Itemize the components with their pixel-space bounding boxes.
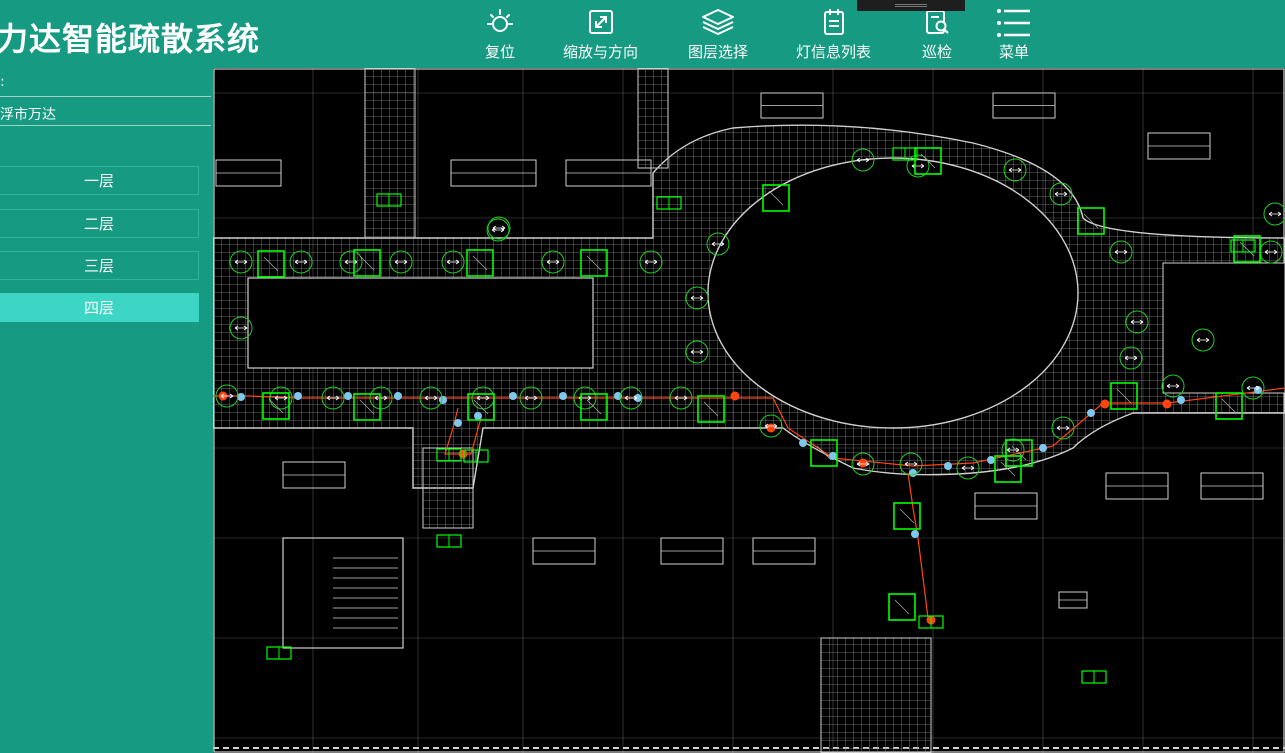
sidebar: : 浮市万达 一层 二层 三层 四层 [0,68,213,753]
route-node [294,392,302,400]
corridor-area [820,637,932,753]
layers-icon [702,9,734,35]
floor-plan-canvas[interactable] [213,68,1285,753]
route-node [474,412,482,420]
floor-button-1[interactable]: 一层 [0,166,199,195]
top-drag-handle[interactable] [857,0,965,11]
route-node [987,456,995,464]
route-node [911,530,919,538]
light-info-list-label: 灯信息列表 [796,43,872,61]
route-point [1162,399,1172,409]
route-point [458,449,468,459]
route-line [907,472,929,619]
divider [0,125,211,126]
inspection-label: 巡检 [921,43,952,61]
route-node [344,392,352,400]
interior-block [247,277,594,369]
arrow-glyph [1268,211,1282,217]
layer-select-button[interactable]: 图层选择 [688,6,748,62]
route-node [1087,409,1095,417]
interior-block [1162,262,1285,394]
app-title: 力达智能疏散系统 [0,20,261,58]
route-node [394,392,402,400]
route-node [799,439,807,447]
corridor-area [364,68,416,239]
arrow-glyph [894,599,910,615]
divider [0,96,211,97]
menu-icon [997,9,1030,37]
route-node [944,462,952,470]
corridor-area [637,68,669,169]
layer-select-label: 图层选择 [688,43,749,61]
clipboard-list-icon [823,9,844,35]
arrow-glyph [492,225,506,231]
reset-button[interactable]: 复位 [484,6,516,62]
sidebar-label: : [0,74,5,90]
corridor-floor-grid [213,68,1285,753]
stairwell [282,537,404,649]
menu-label: 菜单 [998,43,1029,61]
inspection-button[interactable]: 巡检 [921,6,953,62]
header-bar: 力达智能疏散系统 复位 缩放与方向 图层选择 灯信息列表 巡检 菜单 [0,0,1285,68]
floor-button-3[interactable]: 三层 [0,251,199,280]
floor-button-4[interactable]: 四层 [0,293,199,322]
corridor-area [422,447,474,529]
route-point [1100,399,1110,409]
route-node [909,469,917,477]
route-node [559,392,567,400]
route-node [509,392,517,400]
arrow-glyph [899,508,915,524]
zoom-direction-button[interactable]: 缩放与方向 [563,6,638,62]
zoom-arrows-icon [588,10,613,34]
route-node [1177,396,1185,404]
light-info-list-button[interactable]: 灯信息列表 [796,6,871,62]
floor-plan-map[interactable] [213,68,1285,753]
route-node [439,396,447,404]
location-name: 浮市万达 [0,107,56,123]
floor-button-2[interactable]: 二层 [0,209,199,238]
route-point [730,391,740,401]
zoom-direction-label: 缩放与方向 [563,43,639,61]
route-node [454,419,462,427]
menu-button[interactable]: 菜单 [996,6,1032,62]
sun-icon [487,9,513,32]
route-node [1039,444,1047,452]
reset-label: 复位 [484,43,515,61]
